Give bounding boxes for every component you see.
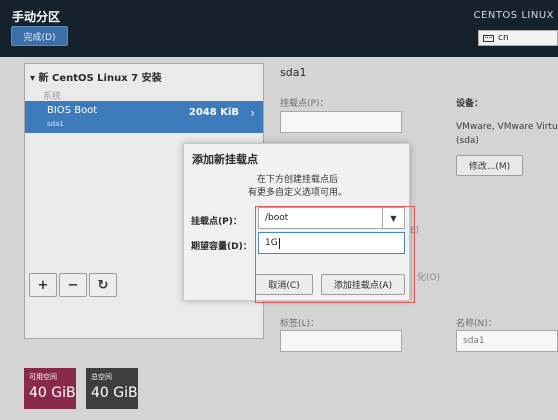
available-space-box: 可用空间 40 GiB [24, 368, 76, 409]
partition-row-selected[interactable]: BIOS Boot sda1 2048 KiB › [25, 101, 263, 133]
keyboard-icon [483, 34, 494, 42]
dialog-capacity-label: 期望容量(D)： [191, 242, 252, 252]
dialog-description-line2: 有更多自定义选项可用。 [247, 188, 347, 198]
os-name-label: CENTOS LINUX [473, 10, 554, 21]
remove-partition-button[interactable]: − [59, 273, 87, 297]
done-button[interactable]: 完成(D) [11, 26, 68, 46]
dialog-description-line1: 在下方创建挂载点后 [256, 175, 338, 185]
dialog-title: 添加新挂载点 [192, 153, 258, 166]
top-bar: 手动分区 完成(D) CENTOS LINUX cn [0, 0, 558, 57]
mount-point-field[interactable] [280, 111, 402, 133]
partition-detail-title: sda1 [280, 66, 307, 79]
name-label: 名称(N)： [456, 319, 497, 329]
modify-button[interactable]: 修改...(M) [456, 155, 523, 176]
device-label: 设备： [456, 99, 484, 109]
device-sub: (sda) [456, 136, 479, 146]
keyboard-layout-indicator[interactable]: cn [478, 30, 558, 46]
tag-field[interactable] [280, 330, 402, 352]
annotation-highlight-box [255, 206, 415, 303]
partition-device: sda1 [47, 120, 64, 128]
add-partition-button[interactable]: + [29, 273, 57, 297]
partition-size: 2048 KiB [188, 107, 239, 118]
partition-name: BIOS Boot [47, 105, 98, 116]
page-title: 手动分区 [12, 10, 61, 24]
install-group-title[interactable]: ▾ 新 CentOS Linux 7 安装 [30, 69, 162, 84]
total-space-value: 40 GiB [91, 385, 138, 401]
total-space-box: 总空间 40 GiB [86, 368, 138, 409]
mount-point-label: 挂载点(P)： [280, 99, 329, 109]
keyboard-layout-label: cn [498, 33, 509, 43]
refresh-button[interactable]: ↻ [89, 273, 117, 297]
chevron-right-icon: › [250, 106, 255, 120]
name-field[interactable]: sda1 [456, 330, 558, 352]
device-text: VMware, VMware Virtu [456, 122, 558, 132]
tag-label: 标签(L)： [280, 319, 320, 329]
reformat-fragment: 化(O) [417, 273, 441, 283]
available-space-label: 可用空间 [29, 373, 57, 381]
available-space-value: 40 GiB [29, 385, 76, 401]
dialog-mount-point-label: 挂载点(P)： [191, 217, 242, 227]
total-space-label: 总空间 [91, 373, 112, 381]
